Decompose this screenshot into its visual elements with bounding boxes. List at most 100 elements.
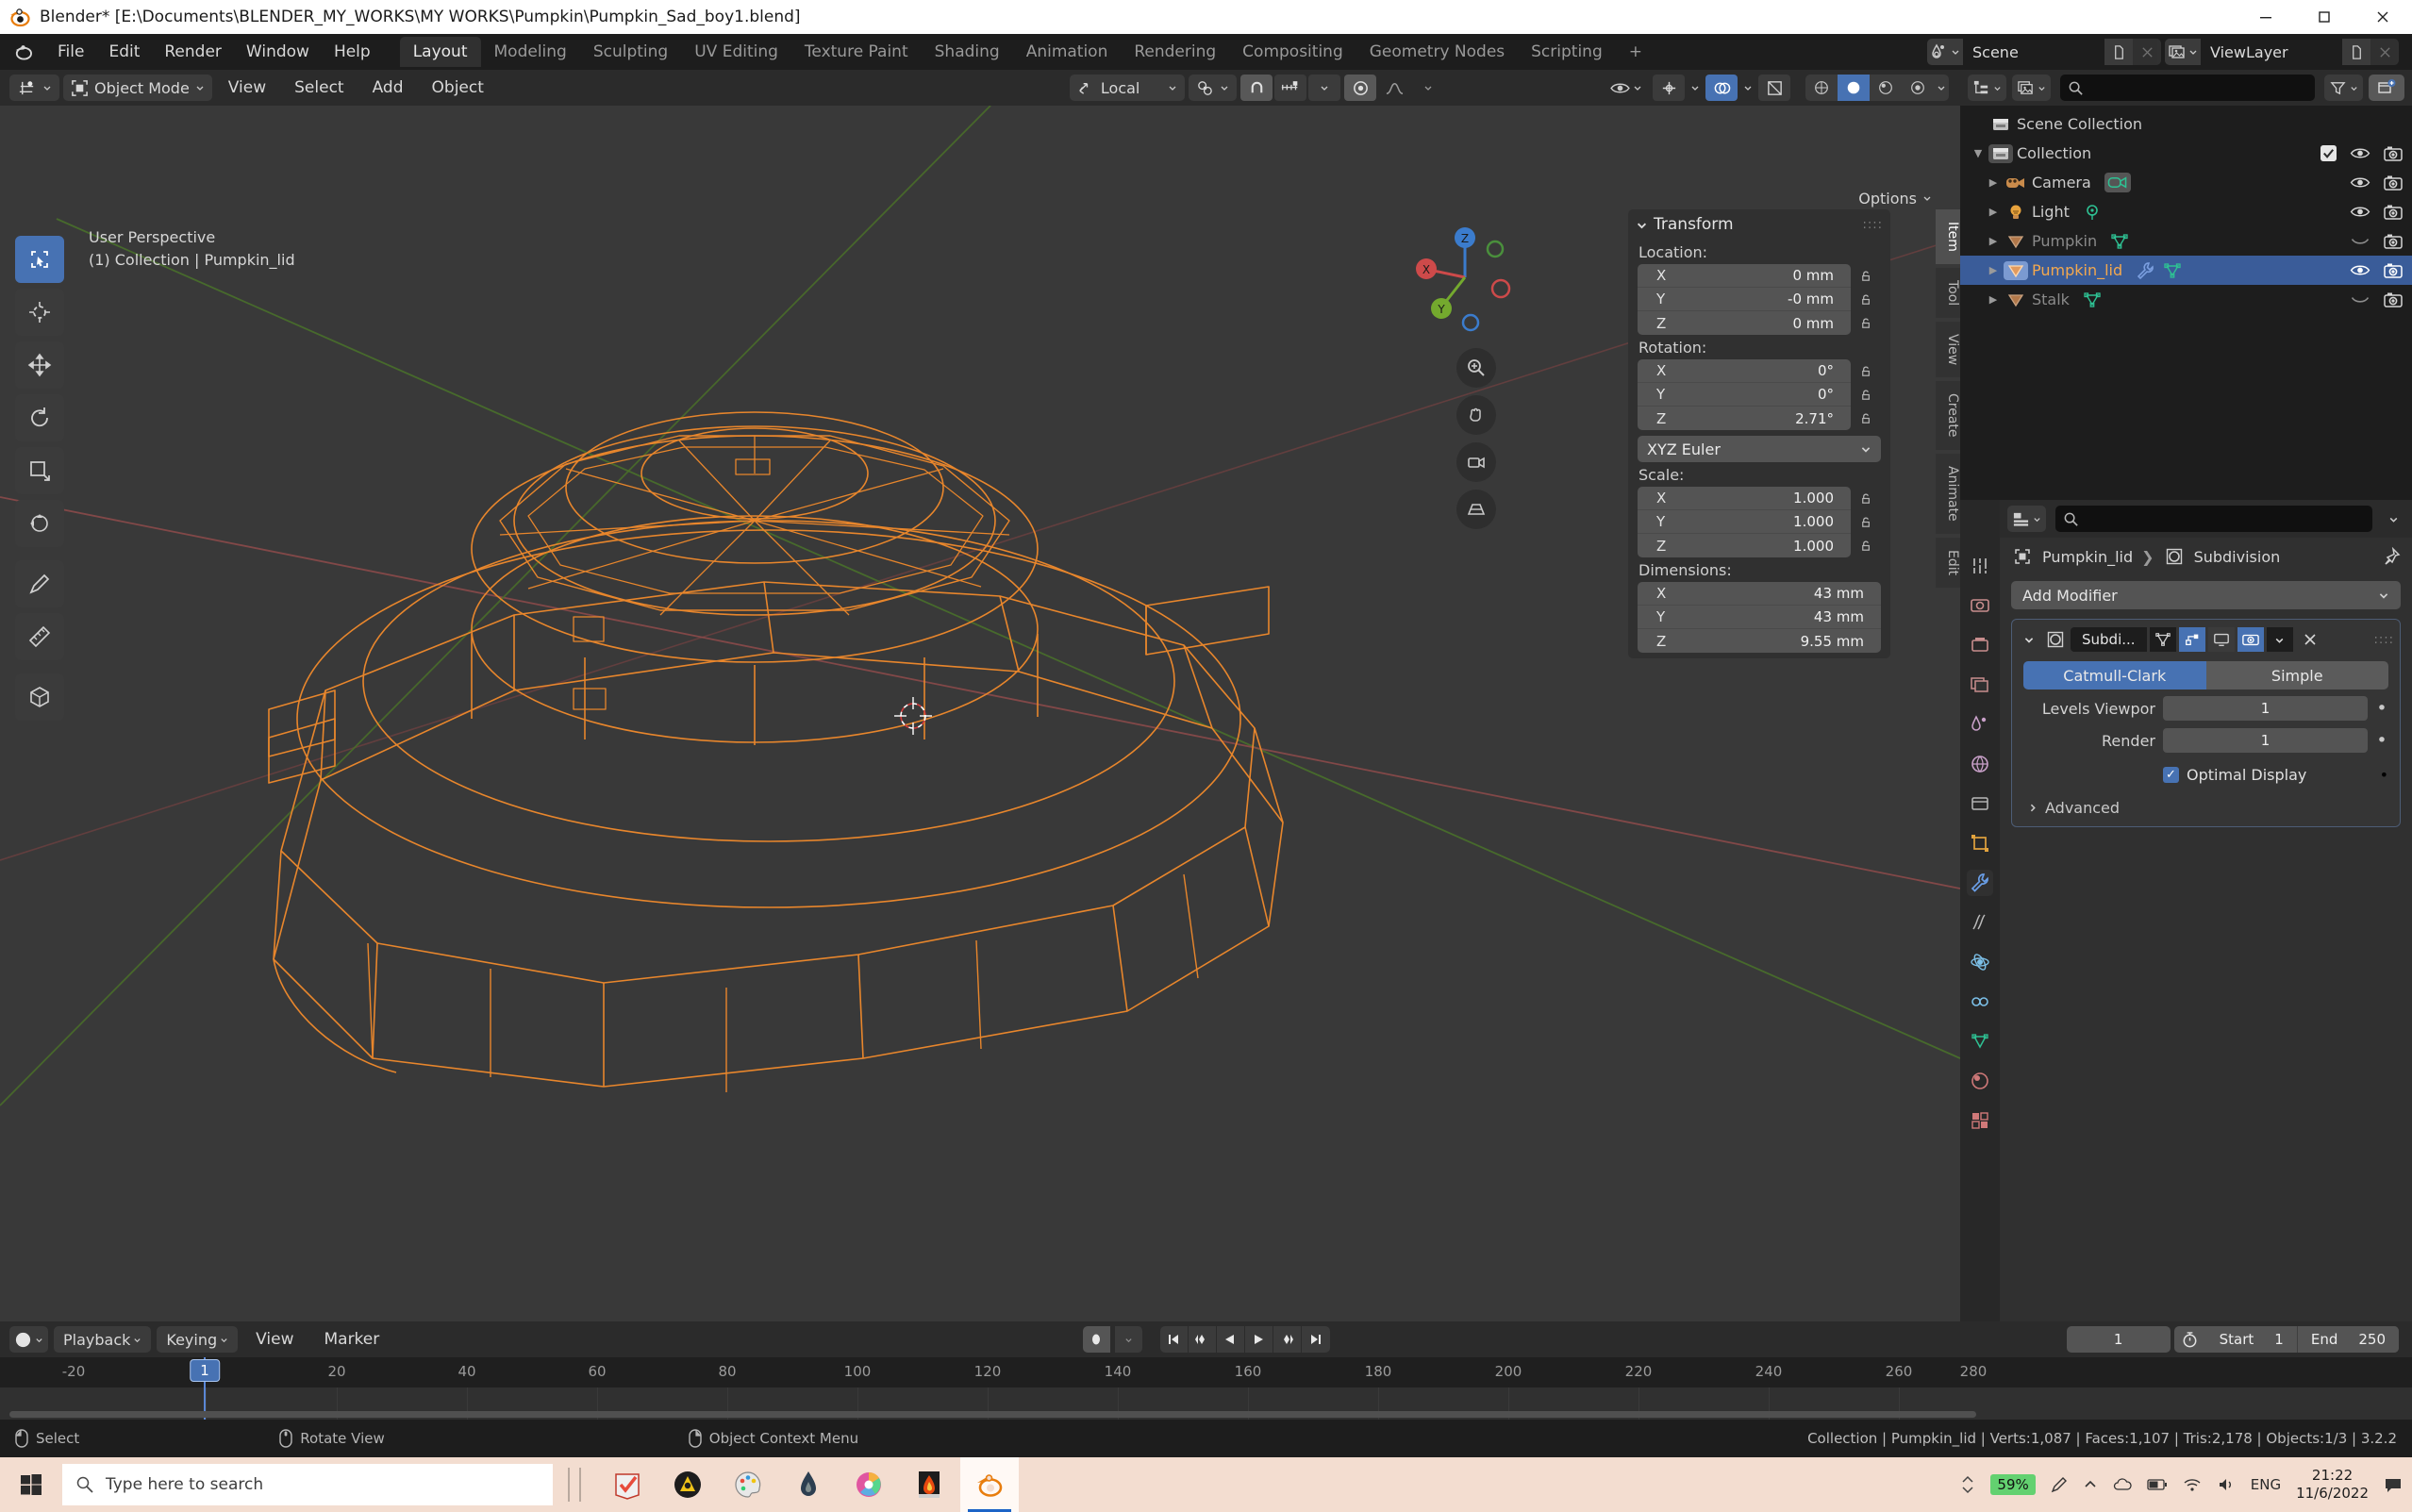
workspace-tab-uv-editing[interactable]: UV Editing — [681, 37, 791, 67]
sidebar-tab-animate[interactable]: Animate — [1936, 453, 1960, 534]
blender-logo-icon[interactable] — [13, 42, 34, 62]
pivot-point-selector[interactable] — [1189, 75, 1238, 101]
sidebar-tab-view[interactable]: View — [1936, 322, 1960, 378]
render-levels-animate-dot-icon[interactable]: • — [2375, 730, 2388, 751]
sidebar-tab-tool[interactable]: Tool — [1936, 267, 1960, 319]
visibility-eye-closed-icon[interactable] — [2350, 291, 2370, 307]
snap-dropdown-chevron-icon[interactable] — [1308, 75, 1341, 101]
tray-chevron-up-icon[interactable] — [2083, 1477, 2098, 1492]
scene-selector[interactable]: Scene — [1927, 39, 2161, 65]
viewport-options-button[interactable]: Options — [1851, 185, 1939, 211]
toggle-perspective-icon[interactable] — [1456, 490, 1496, 529]
frame-end-field[interactable]: End 250 — [2296, 1326, 2399, 1353]
snap-magnet-icon[interactable] — [1240, 75, 1273, 101]
app-check-icon[interactable] — [598, 1457, 657, 1512]
render-camera-icon[interactable] — [2384, 204, 2403, 221]
menu-window[interactable]: Window — [234, 39, 322, 65]
workspace-tab-compositing[interactable]: Compositing — [1229, 37, 1356, 67]
falloff-dropdown-chevron-icon[interactable] — [1412, 75, 1444, 101]
play-reverse-button[interactable] — [1216, 1326, 1245, 1353]
tray-volume-icon[interactable] — [2217, 1477, 2236, 1492]
timeline-ruler[interactable]: -20 20 40 60 80 100 120 140 160 180 200 … — [0, 1357, 2412, 1387]
dimensions-x-field[interactable]: X 43 mm — [1638, 582, 1881, 606]
properties-options-chevron-icon[interactable] — [2382, 506, 2404, 532]
properties-tab-render-icon[interactable] — [1967, 592, 1993, 619]
show-gizmo-icon[interactable] — [1653, 75, 1685, 101]
close-button[interactable] — [2354, 0, 2412, 34]
lock-scale-z-icon[interactable] — [1851, 534, 1881, 557]
disclosure-triangle-icon[interactable]: ▶ — [1983, 235, 2004, 247]
record-dropdown-chevron-icon[interactable] — [1114, 1326, 1143, 1353]
shading-rendered-icon[interactable] — [1902, 75, 1934, 101]
overlays-dropdown-chevron-icon[interactable] — [1740, 75, 1755, 101]
start-button[interactable] — [0, 1457, 62, 1512]
modifier-edit-mode-icon[interactable] — [2178, 627, 2205, 652]
taskbar-clock[interactable]: 21:22 11/6/2022 — [2296, 1467, 2369, 1503]
workspace-tab-sculpting[interactable]: Sculpting — [580, 37, 681, 67]
visibility-eye-icon[interactable] — [2350, 262, 2370, 278]
properties-tab-viewlayer-icon[interactable] — [1967, 672, 1993, 698]
timeline-editor[interactable]: Playback Keying View Marker 1 Start 1 En… — [0, 1321, 2412, 1420]
workspace-tab-rendering[interactable]: Rendering — [1121, 37, 1229, 67]
battery-percentage-badge[interactable]: 59% — [1990, 1474, 2036, 1495]
tool-add-cube-icon[interactable] — [15, 673, 64, 721]
move-view-icon[interactable] — [1456, 395, 1496, 435]
outliner-row-pumpkin[interactable]: ▶ Pumpkin — [1960, 226, 2412, 256]
timeline-menu-view[interactable]: View — [243, 1326, 306, 1353]
outliner-editor-type-button[interactable] — [1968, 75, 2006, 101]
transform-orientation-selector[interactable]: Local — [1069, 75, 1186, 101]
camera-view-icon[interactable] — [1456, 442, 1496, 482]
shading-wireframe-icon[interactable] — [1805, 75, 1838, 101]
minimize-button[interactable] — [2237, 0, 2295, 34]
workspace-tab-geometry-nodes[interactable]: Geometry Nodes — [1356, 37, 1518, 67]
properties-tab-scene-icon[interactable] — [1967, 711, 1993, 738]
disclosure-triangle-icon[interactable]: ▶ — [1983, 176, 2004, 189]
editor-type-selector[interactable] — [9, 75, 59, 101]
visibility-eye-icon[interactable] — [2350, 145, 2370, 161]
lock-scale-x-icon[interactable] — [1851, 487, 1881, 510]
tool-rotate-icon[interactable] — [15, 394, 64, 441]
outliner-editor[interactable]: Scene Collection ▼ Collection ▶ Camera ▶… — [1960, 70, 2412, 500]
previous-keyframe-button[interactable] — [1188, 1326, 1217, 1353]
rotation-y-field[interactable]: Y 0° — [1638, 383, 1851, 407]
modifier-extras-chevron-icon[interactable] — [2266, 627, 2293, 652]
outliner-row-collection[interactable]: ▼ Collection — [1960, 139, 2412, 168]
properties-tab-particles-icon[interactable] — [1967, 909, 1993, 936]
outliner-filter-button[interactable] — [2324, 75, 2363, 101]
tool-scale-icon[interactable] — [15, 447, 64, 494]
outliner-search-box[interactable] — [2060, 75, 2315, 101]
properties-tab-physics-icon[interactable] — [1967, 949, 1993, 975]
lock-scale-y-icon[interactable] — [1851, 510, 1881, 534]
workspace-tab-animation[interactable]: Animation — [1013, 37, 1122, 67]
workspace-tab-add[interactable]: + — [1616, 37, 1655, 67]
proportional-editing-icon[interactable] — [1344, 75, 1377, 101]
zoom-view-icon[interactable] — [1456, 348, 1496, 388]
properties-tab-modifier-icon[interactable] — [1967, 870, 1993, 896]
properties-tab-tool-icon[interactable] — [1967, 553, 1993, 579]
render-camera-icon[interactable] — [2384, 145, 2403, 162]
transform-panel-header[interactable]: Transform :::: — [1628, 209, 1890, 240]
outliner-row-light[interactable]: ▶ Light — [1960, 197, 2412, 226]
tool-annotate-icon[interactable] — [15, 560, 64, 607]
properties-tab-world-icon[interactable] — [1967, 751, 1993, 777]
tray-pen-icon[interactable] — [2051, 1476, 2068, 1493]
tray-onedrive-icon[interactable] — [2113, 1477, 2132, 1492]
light-data-icon[interactable] — [2083, 203, 2102, 222]
sidebar-tab-create[interactable]: Create — [1936, 381, 1960, 450]
show-overlays-icon[interactable] — [1705, 75, 1738, 101]
maximize-button[interactable] — [2295, 0, 2354, 34]
viewport-menu-add[interactable]: Add — [360, 75, 416, 101]
properties-tab-collection-icon[interactable] — [1967, 790, 1993, 817]
dimensions-y-field[interactable]: Y 43 mm — [1638, 606, 1881, 629]
dimensions-z-field[interactable]: Z 9.55 mm — [1638, 629, 1881, 653]
properties-editor[interactable]: Pumpkin_lid ❯ Subdivision Add Modifier S… — [1960, 500, 2412, 1321]
menu-edit[interactable]: Edit — [96, 39, 152, 65]
3d-viewport[interactable]: Object Mode View Select Add Object Local — [0, 70, 1960, 1321]
snap-increment-icon[interactable] — [1274, 75, 1307, 101]
disclosure-triangle-icon[interactable]: ▼ — [1968, 147, 1988, 159]
visibility-eye-icon[interactable] — [2350, 204, 2370, 220]
tool-measure-icon[interactable] — [15, 613, 64, 660]
workspace-tab-shading[interactable]: Shading — [922, 37, 1013, 67]
app-fire-icon[interactable] — [900, 1457, 958, 1512]
viewlayer-new-button[interactable] — [2342, 39, 2370, 65]
